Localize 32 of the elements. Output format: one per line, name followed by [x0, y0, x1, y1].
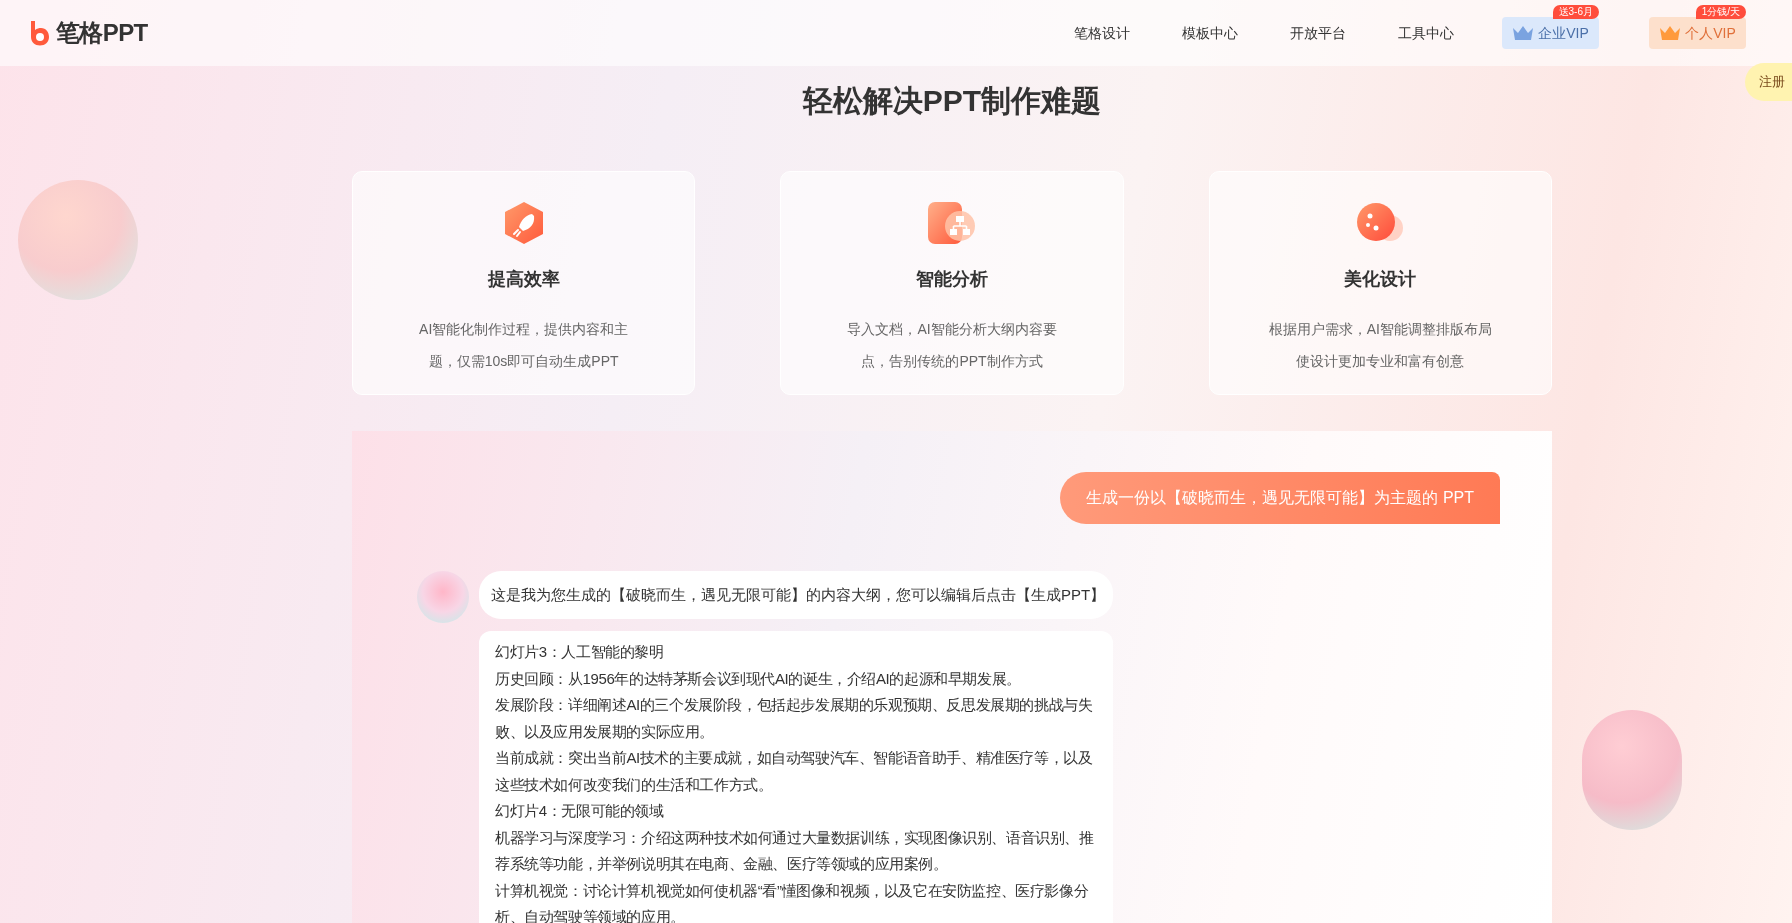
- outline-paragraph: 发展阶段：详细阐述AI的三个发展阶段，包括起步发展期的乐观预期、反思发展期的挑战与失败、以及应用发展期的实际应用。: [495, 695, 1094, 742]
- outline-paragraph: 幻灯片3：人工智能的黎明: [495, 642, 665, 662]
- feature-title: 智能分析: [916, 268, 988, 291]
- feature-description: 点，告别传统的PPT制作方式: [861, 352, 1043, 371]
- feature-description: 题，仅需10s即可自动生成PPT: [428, 352, 619, 371]
- user-message: 生成一份以【破晓而生，遇见无限可能】为主题的 PPT: [1060, 472, 1500, 524]
- feature-title: 美化设计: [1344, 268, 1417, 291]
- promo-badge: 1分钱/天: [1695, 5, 1746, 19]
- outline-paragraph: 幻灯片4：无限可能的领域: [495, 801, 665, 821]
- assistant-message: 这是我为您生成的【破晓而生，遇见无限可能】的内容大纲，您可以编辑后点击【生成PPT】: [479, 571, 1113, 619]
- vip-button[interactable]: 企业VIP: [1502, 17, 1599, 49]
- outline-paragraph: 历史回顾：从1956年的达特茅斯会议到现代AI的诞生，介绍AI的起源和早期发展。: [495, 668, 1022, 689]
- outline-paragraph: 当前成就：突出当前AI技术的主要成就，如自动驾驶汽车、智能语音助手、精准医疗等，以及这些技术如何改变我们的生活和工作方式。: [495, 748, 1094, 795]
- nav-link[interactable]: 工具中心: [1372, 22, 1480, 44]
- feature-description: AI智能化制作过程，提供内容和主: [419, 320, 629, 339]
- feature-title: 提高效率: [487, 268, 560, 291]
- nav-link[interactable]: 模板中心: [1156, 22, 1264, 44]
- feature-description: 使设计更加专业和富有创意: [1296, 352, 1465, 371]
- promo-badge: 送3-6月: [1552, 5, 1599, 19]
- crown-icon: [1659, 25, 1682, 41]
- avatar: [417, 571, 469, 623]
- logo-icon: [28, 20, 50, 46]
- flowchart-icon: [926, 200, 978, 246]
- logo-text[interactable]: 笔格PPT: [56, 15, 148, 51]
- side-tab[interactable]: 注册: [1745, 63, 1792, 101]
- nav-link[interactable]: 笔格设计: [1048, 22, 1156, 44]
- feature-description: 根据用户需求，AI智能调整排版布局: [1268, 320, 1492, 339]
- feature-description: 导入文档，AI智能分析大纲内容要: [847, 320, 1057, 339]
- nav-link[interactable]: 开放平台: [1264, 22, 1372, 44]
- crown-icon: [1512, 25, 1535, 41]
- page-title: 轻松解决PPT制作难题: [802, 83, 1102, 119]
- outline-paragraph: 机器学习与深度学习：介绍这两种技术如何通过大量数据训练，实现图像识别、语音识别、推荐系统等功能，并举例说明其在电商、金融、医疗等领域的应用案例。: [495, 827, 1095, 874]
